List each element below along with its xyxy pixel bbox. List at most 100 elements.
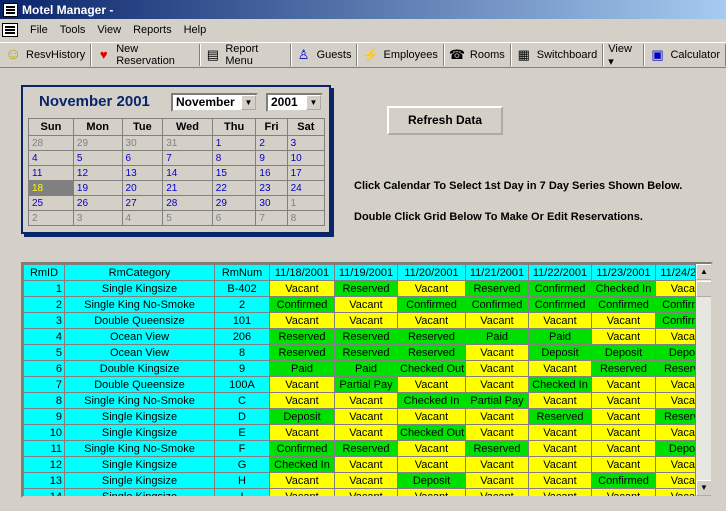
toolbar-resvhistory-button[interactable]: ☺ ResvHistory	[0, 44, 92, 66]
room-number-cell[interactable]: 101	[214, 312, 270, 329]
status-cell[interactable]: Confirmed	[591, 296, 656, 313]
calendar-day[interactable]: 15	[211, 165, 257, 181]
calendar-day[interactable]: 8	[286, 210, 326, 226]
room-number-cell[interactable]: 100A	[214, 376, 270, 393]
table-row[interactable]: 8 Single King No-Smoke C Vacant Vacant Checke…	[23, 392, 711, 409]
status-cell[interactable]: Confirmed	[591, 472, 656, 489]
status-cell[interactable]: Vacant	[334, 296, 398, 313]
room-number-cell[interactable]: D	[214, 408, 270, 425]
scroll-down-icon[interactable]: ▼	[696, 480, 711, 496]
calendar-day[interactable]: 30	[255, 195, 288, 211]
vertical-scrollbar[interactable]: ▲ ▼	[695, 264, 711, 496]
calendar-day[interactable]: 28	[162, 195, 213, 211]
status-cell[interactable]: Vacant	[591, 456, 656, 473]
status-cell[interactable]: Vacant	[528, 488, 592, 496]
status-cell[interactable]: Vacant	[591, 440, 656, 457]
room-number-cell[interactable]: 206	[214, 328, 270, 345]
status-cell[interactable]: Reserved	[465, 440, 529, 457]
status-cell[interactable]: Checked In	[269, 456, 335, 473]
calendar-day[interactable]: 3	[286, 135, 326, 151]
menu-help[interactable]: Help	[178, 24, 213, 36]
table-row[interactable]: 14 Single Kingsize I Vacant Vacant Vacant Vaca…	[23, 488, 711, 496]
calendar-day[interactable]: 2	[28, 210, 74, 226]
room-id-cell[interactable]: 13	[23, 472, 65, 489]
calendar-day[interactable]: 29	[211, 195, 257, 211]
status-cell[interactable]: Checked Out	[397, 424, 466, 441]
calendar-day[interactable]: 27	[121, 195, 164, 211]
status-cell[interactable]: Vacant	[397, 440, 466, 457]
grid-column-header[interactable]: 11/20/2001	[397, 264, 466, 281]
grid-column-header[interactable]: RmCategory	[64, 264, 215, 281]
status-cell[interactable]: Reserved	[334, 328, 398, 345]
status-cell[interactable]: Vacant	[465, 376, 529, 393]
status-cell[interactable]: Vacant	[591, 424, 656, 441]
calendar-day[interactable]: 6	[211, 210, 257, 226]
status-cell[interactable]: Checked Out	[397, 360, 466, 377]
room-id-cell[interactable]: 6	[23, 360, 65, 377]
room-id-cell[interactable]: 9	[23, 408, 65, 425]
status-cell[interactable]: Vacant	[528, 424, 592, 441]
chevron-down-icon[interactable]: ▼	[306, 95, 321, 110]
status-cell[interactable]: Reserved	[397, 344, 466, 361]
status-cell[interactable]: Vacant	[465, 472, 529, 489]
table-row[interactable]: 12 Single Kingsize G Checked In Vacant Vacant…	[23, 456, 711, 473]
menu-file[interactable]: File	[24, 24, 54, 36]
status-cell[interactable]: Reserved	[269, 328, 335, 345]
room-category-cell[interactable]: Single King No-Smoke	[64, 296, 215, 313]
status-cell[interactable]: Vacant	[397, 312, 466, 329]
status-cell[interactable]: Vacant	[397, 280, 466, 297]
scroll-up-icon[interactable]: ▲	[696, 264, 711, 280]
menu-reports[interactable]: Reports	[127, 24, 178, 36]
calendar-day[interactable]: 5	[72, 150, 123, 166]
calendar-day[interactable]: 10	[286, 150, 326, 166]
status-cell[interactable]: Vacant	[334, 392, 398, 409]
status-cell[interactable]: Reserved	[334, 344, 398, 361]
menu-tools[interactable]: Tools	[54, 24, 92, 36]
status-cell[interactable]: Vacant	[528, 472, 592, 489]
room-number-cell[interactable]: 9	[214, 360, 270, 377]
status-cell[interactable]: Partial Pay	[465, 392, 529, 409]
room-category-cell[interactable]: Double Kingsize	[64, 360, 215, 377]
toolbar-view-button[interactable]: View ▾	[603, 43, 645, 68]
status-cell[interactable]: Reserved	[528, 408, 592, 425]
calendar-day[interactable]: 9	[255, 150, 288, 166]
calendar-day[interactable]: 6	[121, 150, 164, 166]
room-id-cell[interactable]: 12	[23, 456, 65, 473]
room-id-cell[interactable]: 3	[23, 312, 65, 329]
table-row[interactable]: 13 Single Kingsize H Vacant Vacant Deposit Vac…	[23, 472, 711, 489]
room-category-cell[interactable]: Single Kingsize	[64, 488, 215, 496]
calendar-day[interactable]: 26	[72, 195, 123, 211]
room-number-cell[interactable]: B-402	[214, 280, 270, 297]
room-category-cell[interactable]: Ocean View	[64, 328, 215, 345]
grid-column-header[interactable]: 11/21/2001	[465, 264, 529, 281]
table-row[interactable]: 3 Double Queensize 101 Vacant Vacant Vacant Va…	[23, 312, 711, 329]
calendar-day[interactable]: 24	[286, 180, 326, 196]
calendar-day[interactable]: 23	[255, 180, 288, 196]
status-cell[interactable]: Vacant	[269, 392, 335, 409]
status-cell[interactable]: Vacant	[591, 328, 656, 345]
status-cell[interactable]: Vacant	[591, 408, 656, 425]
status-cell[interactable]: Confirmed	[465, 296, 529, 313]
table-row[interactable]: 4 Ocean View 206 Reserved Reserved Reserved Pa…	[23, 328, 711, 345]
grid-column-header[interactable]: 11/19/2001	[334, 264, 398, 281]
room-id-cell[interactable]: 7	[23, 376, 65, 393]
calendar-day[interactable]: 31	[162, 135, 213, 151]
status-cell[interactable]: Reserved	[397, 328, 466, 345]
toolbar-guests-button[interactable]: ♙ Guests	[291, 44, 358, 66]
calendar-day[interactable]: 14	[162, 165, 213, 181]
status-cell[interactable]: Vacant	[269, 280, 335, 297]
status-cell[interactable]: Deposit	[269, 408, 335, 425]
room-id-cell[interactable]: 10	[23, 424, 65, 441]
status-cell[interactable]: Confirmed	[269, 440, 335, 457]
status-cell[interactable]: Vacant	[397, 488, 466, 496]
month-select[interactable]: November ▼	[171, 93, 258, 112]
room-number-cell[interactable]: G	[214, 456, 270, 473]
grid-column-header[interactable]: 11/18/2001	[269, 264, 335, 281]
status-cell[interactable]: Paid	[528, 328, 592, 345]
calendar-day[interactable]: 29	[72, 135, 123, 151]
status-cell[interactable]: Partial Pay	[334, 376, 398, 393]
status-cell[interactable]: Confirmed	[397, 296, 466, 313]
room-category-cell[interactable]: Single Kingsize	[64, 408, 215, 425]
status-cell[interactable]: Vacant	[528, 392, 592, 409]
status-cell[interactable]: Reserved	[334, 280, 398, 297]
